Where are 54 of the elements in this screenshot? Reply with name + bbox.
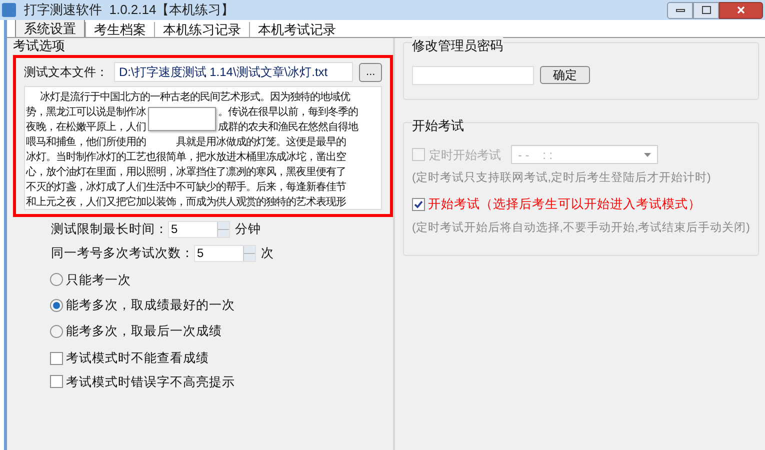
tab[interactable]: 系统设置: [14, 19, 85, 37]
text-line: 冰灯。当时制作冰灯的工艺也很简单，把水放进木桶里冻成冰坨，凿出空: [26, 150, 346, 165]
field-label: 同一考号多次考试次数：: [50, 244, 194, 262]
checkbox[interactable]: [50, 352, 63, 365]
text-line: 夜晚，在松嫩平原上，人们: [26, 120, 146, 135]
radio-label: 能考多次，取成绩最好的一次: [66, 297, 235, 314]
spin-arrows-icon[interactable]: [216, 222, 229, 237]
radio-button[interactable]: [50, 299, 63, 312]
radio-label: 只能考一次: [66, 272, 131, 288]
tab[interactable]: 考生档案: [84, 22, 154, 37]
app-icon: [2, 3, 16, 17]
minimize-button[interactable]: [667, 2, 693, 18]
file-path-field[interactable]: D:\打字速度测试 1.14\测试文章\冰灯.txt: [114, 62, 354, 82]
checkbox-label: 定时开始考试: [428, 146, 501, 164]
text-line: 喂马和捕鱼，他们所使用的: [26, 135, 146, 150]
popup-box: [148, 107, 216, 131]
note-text: (定时考试开始后将自动选择,不要手动开始,考试结束后手动关闭): [412, 220, 750, 236]
tab[interactable]: 本机练习记录: [154, 22, 249, 37]
dropdown-caret-icon: [644, 152, 651, 156]
text-line: 和上元之夜，人们又把它加以装饰，而成为供人观赏的独特的艺术表现形: [26, 195, 346, 210]
browse-button[interactable]: ...: [359, 62, 382, 82]
note-text: (定时考试只支持联网考试,定时后考生登陆后才开始计时): [412, 170, 712, 186]
confirm-button[interactable]: 确定: [540, 66, 590, 84]
text-line: 。传说在很早以前，每到冬季的: [218, 105, 358, 120]
checkmark-icon: [414, 200, 423, 210]
number-spinner[interactable]: 5: [194, 244, 256, 262]
checkbox-label: 开始考试（选择后考生可以开始进入考试模式）: [428, 196, 701, 214]
text-line: 势，黑龙江可以说是制作冰: [26, 105, 146, 120]
password-field[interactable]: [412, 66, 534, 84]
unit-label: 分钟: [234, 221, 261, 238]
radio-label: 能考多次，取最后一次成绩: [66, 323, 222, 340]
field-label: 测试限制最长时间：: [50, 221, 168, 238]
text-area[interactable]: [24, 86, 382, 210]
text-line: 成群的农夫和渔民在悠然自得地: [218, 120, 358, 135]
text-line: 冰灯是流行于中国北方的一种古老的民间艺术形式。因为独特的地域优: [40, 90, 350, 105]
spin-arrows-icon[interactable]: [242, 246, 255, 261]
text-line: 不灭的灯盏，冰灯成了人们生活中不可缺少的帮手。后来，每逢新春佳节: [26, 180, 346, 195]
close-icon: [737, 6, 745, 14]
group-title: 考试选项: [12, 38, 66, 53]
unit-label: 次: [260, 244, 274, 262]
number-spinner[interactable]: 5: [168, 220, 230, 238]
close-button[interactable]: [719, 2, 763, 18]
checkbox-label: 考试模式时错误字不高亮提示: [66, 374, 235, 390]
text-line: 心，放个油灯在里面，用以照明，冰罩挡住了凛冽的寒风，黑夜里便有了: [26, 165, 346, 180]
checkbox[interactable]: [50, 375, 63, 388]
window-title: 打字测速软件 1.0.2.14【本机练习】: [24, 1, 234, 20]
maximize-button[interactable]: [693, 2, 719, 18]
radio-button[interactable]: [50, 273, 63, 286]
checkbox[interactable]: [412, 198, 425, 212]
text-line: 具就是用冰做成的灯笼。这便是最早的: [176, 135, 346, 150]
tab[interactable]: 本机考试记录: [248, 22, 344, 37]
checkbox-label: 考试模式时不能查看成绩: [66, 350, 209, 367]
field-label: 测试文本文件：: [24, 64, 108, 81]
radio-button[interactable]: [50, 324, 63, 338]
